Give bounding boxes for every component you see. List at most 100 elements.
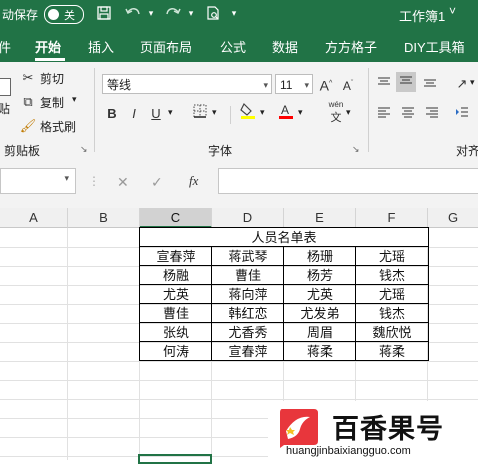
cut-button[interactable]: 剪切 bbox=[40, 70, 64, 87]
copy-icon[interactable]: ⧉ bbox=[18, 92, 38, 112]
table-cell[interactable]: 宣春萍 bbox=[212, 342, 284, 361]
table-cell[interactable]: 钱杰 bbox=[356, 266, 428, 285]
fill-color-dropdown-icon[interactable]: ▾ bbox=[260, 107, 265, 118]
align-top-icon[interactable] bbox=[374, 74, 394, 94]
table-cell[interactable]: 蒋柔 bbox=[356, 342, 428, 361]
table-cell[interactable]: 蒋武琴 bbox=[212, 247, 284, 266]
tab-home[interactable]: 开始 bbox=[35, 37, 61, 56]
enter-icon[interactable]: ✓ bbox=[151, 174, 163, 191]
qat-customize-icon[interactable]: ▾ bbox=[226, 5, 242, 21]
cut-icon[interactable]: ✂ bbox=[18, 68, 38, 88]
print-preview-icon[interactable] bbox=[205, 5, 221, 21]
copy-button[interactable]: 复制 bbox=[40, 94, 64, 111]
bold-button[interactable]: B bbox=[102, 104, 122, 124]
fill-color-icon[interactable] bbox=[238, 102, 258, 122]
font-size-value: 11 bbox=[280, 78, 293, 92]
format-painter-button[interactable]: 格式刷 bbox=[40, 118, 76, 135]
borders-dropdown-icon[interactable]: ▾ bbox=[212, 107, 217, 118]
active-cell[interactable] bbox=[138, 454, 212, 464]
title-chevron-icon[interactable]: ˅ bbox=[449, 4, 456, 18]
svg-text:A: A bbox=[281, 103, 289, 117]
font-size-dropdown-icon[interactable]: ▾ bbox=[304, 75, 309, 95]
table-cell[interactable]: 尤瑶 bbox=[356, 247, 428, 266]
column-header-e[interactable]: E bbox=[284, 208, 356, 228]
undo-dropdown-icon[interactable]: ▾ bbox=[143, 5, 159, 21]
autosave-toggle[interactable]: 关 bbox=[44, 5, 84, 24]
brand-logo bbox=[276, 405, 320, 449]
redo-icon[interactable] bbox=[164, 5, 181, 21]
font-group-label: 字体 bbox=[208, 144, 233, 158]
tab-data[interactable]: 数据 bbox=[272, 37, 298, 56]
column-header-d[interactable]: D bbox=[212, 208, 284, 228]
font-launcher-icon[interactable]: ↘ bbox=[352, 144, 360, 155]
table-cell[interactable]: 蒋向萍 bbox=[212, 285, 284, 304]
indent-icon[interactable] bbox=[452, 104, 472, 124]
clipboard-launcher-icon[interactable]: ↘ bbox=[80, 144, 88, 155]
font-color-dropdown-icon[interactable]: ▾ bbox=[298, 107, 303, 118]
column-header-f[interactable]: F bbox=[356, 208, 428, 228]
align-left-icon[interactable] bbox=[374, 104, 394, 124]
table-cell[interactable]: 杨融 bbox=[140, 266, 212, 285]
font-name-combo[interactable]: 等线 ▾ bbox=[102, 74, 272, 94]
column-header-b[interactable]: B bbox=[68, 208, 140, 228]
paste-icon[interactable] bbox=[0, 78, 11, 96]
name-box[interactable]: ▾ bbox=[0, 168, 76, 194]
column-header-c[interactable]: C bbox=[140, 208, 212, 228]
orientation-dropdown-icon[interactable]: ▾ bbox=[470, 77, 475, 88]
insert-function-icon[interactable]: fx bbox=[189, 173, 198, 189]
table-cell[interactable]: 尤瑶 bbox=[356, 285, 428, 304]
underline-dropdown-icon[interactable]: ▾ bbox=[168, 107, 173, 118]
shrink-font-icon[interactable]: Aˇ bbox=[338, 74, 358, 94]
phonetic-dropdown-icon[interactable]: ▾ bbox=[346, 107, 351, 118]
table-cell[interactable]: 尤英 bbox=[284, 285, 356, 304]
italic-button[interactable]: I bbox=[124, 104, 144, 124]
table-cell[interactable]: 曹佳 bbox=[212, 266, 284, 285]
tab-file[interactable]: 件 bbox=[0, 37, 11, 56]
table-cell[interactable]: 杨珊 bbox=[284, 247, 356, 266]
name-box-dropdown-icon[interactable]: ▾ bbox=[64, 173, 69, 184]
table-cell[interactable]: 张纨 bbox=[140, 323, 212, 342]
table-cell[interactable]: 尤香秀 bbox=[212, 323, 284, 342]
table-cell[interactable]: 宣春萍 bbox=[140, 247, 212, 266]
font-name-dropdown-icon[interactable]: ▾ bbox=[263, 75, 268, 95]
table-cell[interactable]: 尤发弟 bbox=[284, 304, 356, 323]
save-icon[interactable] bbox=[96, 5, 112, 21]
format-painter-icon[interactable]: 🖌 bbox=[18, 116, 38, 136]
column-header-g[interactable]: G bbox=[428, 208, 478, 228]
font-color-icon[interactable]: A bbox=[276, 102, 296, 122]
toggle-knob bbox=[48, 9, 59, 20]
borders-icon[interactable] bbox=[190, 104, 210, 124]
toggle-state-label: 关 bbox=[64, 10, 75, 22]
paste-label[interactable]: 贴 bbox=[0, 100, 10, 117]
align-center-icon[interactable] bbox=[398, 104, 418, 124]
align-middle-icon[interactable] bbox=[396, 72, 416, 92]
cancel-icon[interactable]: ✕ bbox=[117, 174, 129, 191]
table-cell[interactable]: 钱杰 bbox=[356, 304, 428, 323]
table-cell[interactable]: 何涛 bbox=[140, 342, 212, 361]
orientation-icon[interactable]: ↗ bbox=[452, 74, 472, 94]
table-cell[interactable]: 杨芳 bbox=[284, 266, 356, 285]
font-size-combo[interactable]: 11 ▾ bbox=[275, 74, 313, 94]
gridline bbox=[0, 361, 478, 362]
align-right-icon[interactable] bbox=[422, 104, 442, 124]
tab-page-layout[interactable]: 页面布局 bbox=[140, 37, 192, 56]
copy-dropdown-icon[interactable]: ▾ bbox=[72, 94, 77, 105]
underline-button[interactable]: U bbox=[146, 104, 166, 124]
table-cell[interactable]: 魏欣悦 bbox=[356, 323, 428, 342]
table-cell[interactable]: 尤英 bbox=[140, 285, 212, 304]
tab-diy-toolbox[interactable]: DIY工具箱 bbox=[404, 37, 465, 56]
table-cell[interactable]: 韩红恋 bbox=[212, 304, 284, 323]
tab-fangfang[interactable]: 方方格子 bbox=[325, 37, 377, 56]
table-cell[interactable]: 蒋柔 bbox=[284, 342, 356, 361]
tab-formulas[interactable]: 公式 bbox=[220, 37, 246, 56]
undo-icon[interactable] bbox=[124, 5, 140, 21]
redo-dropdown-icon[interactable]: ▾ bbox=[183, 5, 199, 21]
tab-insert[interactable]: 插入 bbox=[88, 37, 114, 56]
ribbon: 贴 ✂ 剪切 ⧉ 复制 ▾ 🖌 格式刷 剪贴板 ↘ 等线 ▾ 11 ▾ A^ A… bbox=[0, 62, 478, 159]
formula-input[interactable] bbox=[218, 168, 478, 194]
align-bottom-icon[interactable] bbox=[420, 74, 440, 94]
grow-font-icon[interactable]: A^ bbox=[316, 74, 336, 94]
column-header-a[interactable]: A bbox=[0, 208, 68, 228]
table-cell[interactable]: 周眉 bbox=[284, 323, 356, 342]
table-cell[interactable]: 曹佳 bbox=[140, 304, 212, 323]
